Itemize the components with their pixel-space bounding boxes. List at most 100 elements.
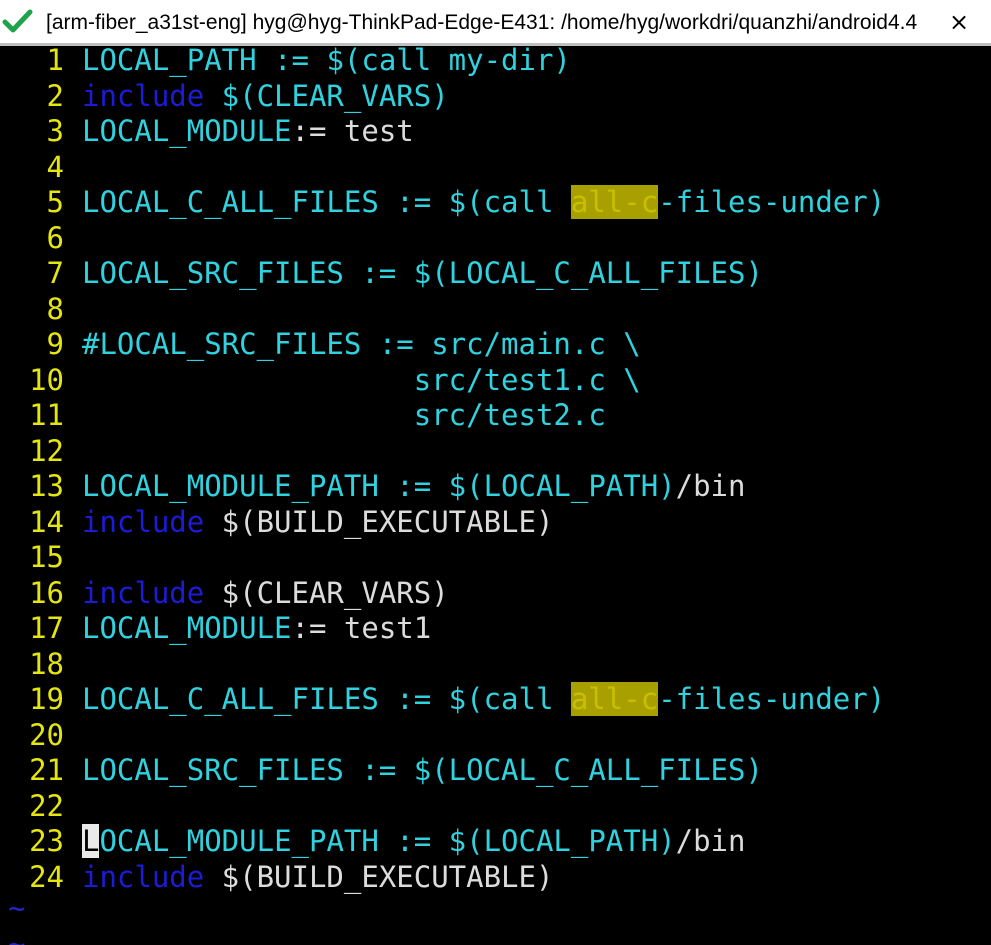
code-line[interactable]: 10 src/test1.c \ xyxy=(0,363,991,399)
code-line[interactable]: 4 xyxy=(0,150,991,186)
code-text: -files-under) xyxy=(658,682,886,716)
line-number: 23 xyxy=(29,824,64,858)
code-line[interactable]: 9 #LOCAL_SRC_FILES := src/main.c \ xyxy=(0,327,991,363)
line-number: 16 xyxy=(29,575,64,610)
line-content: include $(CLEAR_VARS) xyxy=(82,576,449,612)
line-number: 7 xyxy=(46,256,64,290)
line-number: 22 xyxy=(29,788,64,823)
include-keyword: include xyxy=(82,504,205,539)
line-number: 24 xyxy=(29,859,64,894)
checkmark-icon xyxy=(2,8,34,36)
line-content: LOCAL_SRC_FILES := $(LOCAL_C_ALL_FILES) xyxy=(82,753,763,789)
code-text: LOCAL_C_ALL_FILES := $(call xyxy=(82,682,571,716)
line-content: include $(BUILD_EXECUTABLE) xyxy=(82,860,553,896)
line-number: 20 xyxy=(29,717,64,752)
line-number: 10 xyxy=(29,362,64,397)
code-text: $(call my-dir) xyxy=(326,46,571,77)
line-content: LOCAL_MODULE:= test1 xyxy=(82,611,431,647)
line-content: include $(CLEAR_VARS) xyxy=(82,79,449,115)
code-line[interactable]: 19 LOCAL_C_ALL_FILES := $(call all-c-file… xyxy=(0,682,991,718)
code-line[interactable]: 8 xyxy=(0,292,991,328)
code-text: $(CLEAR_VARS) xyxy=(204,575,449,610)
code-text: OCAL_MODULE_PATH := $(LOCAL_PATH) xyxy=(99,824,676,858)
code-line[interactable]: 3 LOCAL_MODULE:= test xyxy=(0,114,991,150)
line-content: LOCAL_SRC_FILES := $(LOCAL_C_ALL_FILES) xyxy=(82,256,763,292)
code-text: $(BUILD_EXECUTABLE) xyxy=(204,504,554,539)
line-number: 3 xyxy=(46,114,64,148)
line-content: LOCAL_C_ALL_FILES := $(call all-c-files-… xyxy=(82,682,885,718)
line-content: LOCAL_PATH := $(call my-dir) xyxy=(82,46,571,79)
code-text: := test1 xyxy=(291,611,432,645)
code-text: LOCAL_MODULE xyxy=(82,114,292,148)
line-number: 9 xyxy=(46,327,64,361)
line-number: 19 xyxy=(29,682,64,716)
line-number: 14 xyxy=(29,504,64,539)
code-line[interactable]: 5 LOCAL_C_ALL_FILES := $(call all-c-files… xyxy=(0,185,991,221)
code-line[interactable]: 18 xyxy=(0,647,991,683)
search-highlight: all-c xyxy=(570,682,659,716)
line-number: 2 xyxy=(46,78,64,113)
line-content: LOCAL_MODULE:= test xyxy=(82,114,414,150)
code-text: LOCAL_PATH := xyxy=(82,46,327,77)
vim-editor[interactable]: 1 LOCAL_PATH := $(call my-dir) 2 include $(… xyxy=(0,46,991,945)
code-line[interactable]: 15 xyxy=(0,540,991,576)
code-line[interactable]: 14 include $(BUILD_EXECUTABLE) xyxy=(0,505,991,541)
code-text: LOCAL_MODULE_PATH := $(LOCAL_PATH) xyxy=(82,469,676,503)
code-text: #LOCAL_SRC_FILES := src/main.c \ xyxy=(82,327,641,361)
code-text: src/test1.c \ xyxy=(82,362,641,397)
line-number: 21 xyxy=(29,753,64,787)
code-line[interactable]: 13 LOCAL_MODULE_PATH := $(LOCAL_PATH)/bin xyxy=(0,469,991,505)
code-text: LOCAL_C_ALL_FILES := $(call xyxy=(82,185,571,219)
line-content: #LOCAL_SRC_FILES := src/main.c \ xyxy=(82,327,641,363)
empty-buffer-tilde: ~ xyxy=(8,926,26,945)
code-line[interactable]: 17 LOCAL_MODULE:= test1 xyxy=(0,611,991,647)
code-text: LOCAL_SRC_FILES := $(LOCAL_C_ALL_FILES) xyxy=(82,753,763,787)
line-number: 13 xyxy=(29,469,64,503)
line-content: LOCAL_C_ALL_FILES := $(call all-c-files-… xyxy=(82,185,885,221)
code-line[interactable]: 11 src/test2.c xyxy=(0,398,991,434)
code-line[interactable]: 7 LOCAL_SRC_FILES := $(LOCAL_C_ALL_FILES) xyxy=(0,256,991,292)
close-button[interactable]: × xyxy=(945,6,973,38)
line-number: 6 xyxy=(46,220,64,255)
search-highlight: all-c xyxy=(570,185,659,219)
code-line[interactable]: 2 include $(CLEAR_VARS) xyxy=(0,79,991,115)
code-text: := test xyxy=(291,114,414,148)
terminal-window: [arm-fiber_a31st-eng] hyg@hyg-ThinkPad-E… xyxy=(0,0,991,945)
code-text: -files-under) xyxy=(658,185,886,219)
title-bar: [arm-fiber_a31st-eng] hyg@hyg-ThinkPad-E… xyxy=(0,0,991,46)
code-text: /bin xyxy=(675,824,746,858)
line-content: src/test1.c \ xyxy=(82,363,641,399)
line-content: LOCAL_MODULE_PATH := $(LOCAL_PATH)/bin xyxy=(82,824,745,860)
code-line[interactable]: 1 LOCAL_PATH := $(call my-dir) xyxy=(0,46,991,79)
code-text: LOCAL_MODULE xyxy=(82,611,292,645)
line-content: src/test2.c xyxy=(82,398,606,434)
code-text: $(BUILD_EXECUTABLE) xyxy=(204,859,554,894)
line-number: 15 xyxy=(29,540,64,574)
code-line[interactable]: 12 xyxy=(0,434,991,470)
line-number: 4 xyxy=(46,149,64,184)
include-keyword: include xyxy=(82,859,205,894)
code-line[interactable]: 24 include $(BUILD_EXECUTABLE) xyxy=(0,860,991,896)
code-line[interactable]: 22 xyxy=(0,789,991,825)
line-number: 12 xyxy=(29,433,64,468)
include-keyword: include xyxy=(82,78,205,113)
code-line[interactable]: 23 LOCAL_MODULE_PATH := $(LOCAL_PATH)/bin xyxy=(0,824,991,860)
code-line[interactable]: 21 LOCAL_SRC_FILES := $(LOCAL_C_ALL_FILES… xyxy=(0,753,991,789)
code-text: /bin xyxy=(675,469,746,503)
line-content: include $(BUILD_EXECUTABLE) xyxy=(82,505,553,541)
line-number: 17 xyxy=(29,611,64,645)
line-number: 11 xyxy=(29,398,64,432)
code-line[interactable]: 16 include $(CLEAR_VARS) xyxy=(0,576,991,612)
code-text: $(CLEAR_VARS) xyxy=(204,78,449,113)
line-number: 18 xyxy=(29,646,64,681)
line-number: 1 xyxy=(46,46,64,77)
code-text: src/test2.c xyxy=(82,398,606,432)
line-content: LOCAL_MODULE_PATH := $(LOCAL_PATH)/bin xyxy=(82,469,745,505)
empty-buffer-tilde: ~ xyxy=(8,891,26,925)
window-title: [arm-fiber_a31st-eng] hyg@hyg-ThinkPad-E… xyxy=(46,11,918,34)
code-line[interactable]: 6 xyxy=(0,221,991,257)
code-line[interactable]: 20 xyxy=(0,718,991,754)
include-keyword: include xyxy=(82,575,205,610)
code-text: LOCAL_SRC_FILES := $(LOCAL_C_ALL_FILES) xyxy=(82,256,763,290)
line-number: 8 xyxy=(46,291,64,326)
